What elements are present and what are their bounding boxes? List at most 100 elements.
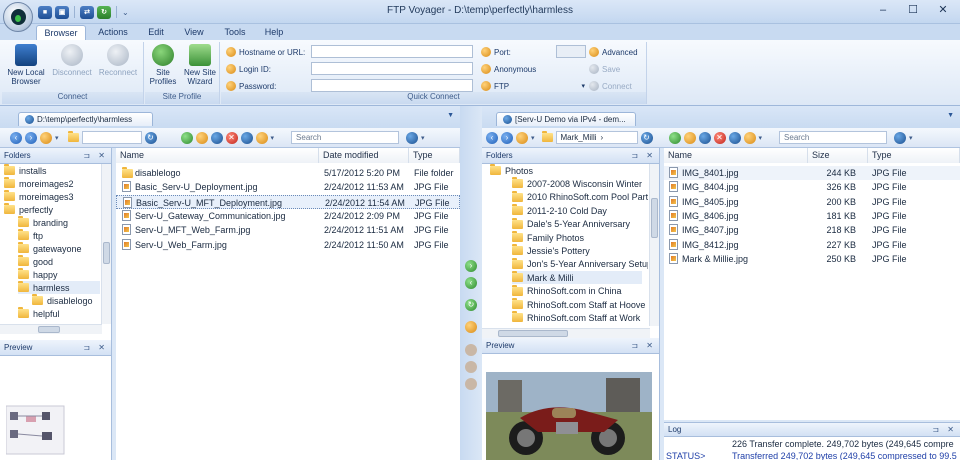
left-col-type[interactable]: Type [409, 148, 460, 163]
file-row[interactable]: Mark & Millie.jpg 250 KB JPG File [664, 252, 960, 266]
back-icon[interactable]: ‹ [486, 131, 498, 144]
reconnect-button[interactable]: Reconnect [96, 44, 140, 77]
new-site-wizard-button[interactable]: New Site Wizard [181, 44, 219, 86]
tree-folder-item[interactable]: perfectly [4, 203, 53, 216]
file-row[interactable]: disablelogo 5/17/2012 5:20 PM File folder [116, 166, 460, 180]
connect-button[interactable]: Connect [589, 79, 632, 93]
maximize-button[interactable]: ☐ [902, 3, 924, 19]
tree-folder-item[interactable]: RhinoSoft.com in China [512, 284, 622, 298]
preview-pin-icon[interactable]: ⊐ ✕ [631, 341, 656, 350]
left-location-tab[interactable]: D:\temp\perfectly\harmless [18, 112, 153, 126]
tree-folder-item[interactable]: Dale's 5-Year Anniversary [512, 217, 630, 231]
refresh-icon[interactable]: ↻ [144, 131, 157, 144]
tree-folder-item[interactable]: 2011-2-10 Cold Day [512, 204, 607, 217]
tree-folder-item[interactable]: moreimages2 [4, 177, 74, 190]
tools-dropdown-icon[interactable]: ▾ [271, 134, 275, 142]
search-icon[interactable] [406, 131, 419, 144]
history-icon[interactable] [40, 131, 52, 144]
tree-folder-item[interactable]: RhinoSoft.com Staff at Hoove [512, 298, 645, 311]
right-col-size[interactable]: Size [808, 148, 868, 163]
search-dropdown-icon[interactable]: ▾ [421, 134, 425, 142]
history-dropdown-icon[interactable]: ▾ [531, 134, 535, 142]
tools-icon[interactable] [743, 131, 756, 144]
file-row[interactable]: Serv-U_Web_Farm.jpg 2/24/2012 11:50 AM JPG… [116, 238, 460, 252]
file-row[interactable]: IMG_8412.jpg 227 KB JPG File [664, 238, 960, 252]
search-dropdown-icon[interactable]: ▾ [909, 134, 913, 142]
close-button[interactable]: ✕ [932, 3, 954, 19]
tab-tools[interactable]: Tools [216, 25, 254, 41]
tree-folder-item[interactable]: moreimages3 [4, 190, 74, 203]
tree-folder-item[interactable]: ftp [18, 229, 43, 242]
password-input[interactable] [311, 79, 473, 92]
history-icon[interactable] [516, 131, 528, 144]
app-menu-orb[interactable] [3, 2, 33, 32]
right-col-type[interactable]: Type [868, 148, 960, 163]
tree-folder-item[interactable]: RhinoSoft.com Staff at Work [512, 311, 640, 324]
new-local-browser-button[interactable]: New Local Browser [4, 44, 48, 86]
history-dropdown-icon[interactable]: ▾ [55, 134, 59, 142]
right-tab-dropdown-icon[interactable]: ▼ [947, 112, 954, 119]
transfer-option-icon-2[interactable] [465, 361, 477, 373]
transfer-option-icon-1[interactable] [465, 344, 477, 356]
properties-icon[interactable] [240, 131, 253, 144]
queue-icon[interactable] [465, 321, 477, 333]
file-row[interactable]: Serv-U_MFT_Web_Farm.jpg 2/24/2012 11:51 A… [116, 223, 460, 237]
tree-folder-item[interactable]: installs [4, 164, 47, 177]
port-input[interactable] [556, 45, 586, 58]
pin-icon[interactable]: ⊐ ✕ [631, 151, 656, 160]
transfer-option-icon-3[interactable] [465, 378, 477, 390]
search-icon[interactable] [894, 131, 907, 144]
left-tab-dropdown-icon[interactable]: ▼ [447, 112, 454, 119]
refresh-icon[interactable]: ↻ [640, 131, 653, 144]
file-row[interactable]: IMG_8404.jpg 326 KB JPG File [664, 180, 960, 194]
tab-edit[interactable]: Edit [138, 25, 174, 41]
tree-folder-item[interactable]: branding [18, 216, 68, 229]
right-col-name[interactable]: Name [664, 148, 808, 163]
left-folders-hscroll[interactable] [0, 324, 102, 334]
right-folders-vscroll[interactable] [649, 164, 659, 326]
tree-folder-item[interactable]: helpful [18, 307, 60, 320]
pin-icon[interactable]: ⊐ ✕ [83, 151, 108, 160]
right-folders-hscroll[interactable] [482, 328, 650, 338]
left-search-input[interactable]: Search [291, 131, 400, 144]
save-button[interactable]: Save [589, 62, 620, 76]
right-path-combo[interactable]: Mark_Milli › [555, 131, 638, 144]
tree-folder-item[interactable]: 2010 RhinoSoft.com Pool Part [512, 190, 648, 204]
file-row[interactable]: IMG_8406.jpg 181 KB JPG File [664, 209, 960, 223]
tab-browser[interactable]: Browser [36, 25, 86, 41]
tree-folder-item[interactable]: harmless [18, 281, 100, 294]
preview-pin-icon[interactable]: ⊐ ✕ [83, 343, 108, 352]
forward-icon[interactable]: › [501, 131, 513, 144]
new-folder-icon[interactable] [195, 131, 208, 144]
go-up-icon[interactable] [180, 131, 193, 144]
tree-folder-item[interactable]: gatewayone [18, 242, 82, 255]
delete-icon[interactable]: ✕ [225, 131, 238, 144]
anonymous-checkbox[interactable]: Anonymous [481, 62, 536, 76]
tree-folder-item[interactable]: Photos [490, 164, 533, 177]
file-row[interactable]: Serv-U_Gateway_Communication.jpg 2/24/201… [116, 209, 460, 223]
protocol-select[interactable]: FTP ▾ [481, 79, 585, 93]
advanced-button[interactable]: Advanced [589, 45, 638, 59]
tab-help[interactable]: Help [256, 25, 292, 41]
sync-icon[interactable]: ↻ [465, 299, 477, 311]
delete-icon[interactable]: ✕ [713, 131, 726, 144]
tree-folder-item[interactable]: disablelogo [32, 294, 93, 307]
tree-folder-item[interactable]: Family Photos [512, 231, 584, 244]
left-path-combo[interactable] [81, 131, 142, 144]
tree-folder-item[interactable]: Jon's 5-Year Anniversary Setup [512, 257, 648, 271]
disconnect-button[interactable]: Disconnect [50, 44, 94, 77]
properties-icon[interactable] [728, 131, 741, 144]
file-row[interactable]: Basic_Serv-U_Deployment.jpg 2/24/2012 11:… [116, 180, 460, 194]
tree-folder-item[interactable]: Mark & Milli [512, 271, 642, 285]
back-icon[interactable]: ‹ [10, 131, 22, 144]
file-row[interactable]: IMG_8405.jpg 200 KB JPG File [664, 195, 960, 209]
right-search-input[interactable]: Search [779, 131, 888, 144]
forward-icon[interactable]: › [25, 131, 37, 144]
upload-arrow-icon[interactable]: › [465, 260, 477, 272]
tree-folder-item[interactable]: good [18, 255, 53, 268]
file-row[interactable]: IMG_8407.jpg 218 KB JPG File [664, 223, 960, 237]
file-row[interactable]: Basic_Serv-U_MFT_Deployment.jpg 2/24/2012… [116, 194, 460, 209]
tree-folder-item[interactable]: Jessie's Pottery [512, 244, 590, 257]
view-icon[interactable] [210, 131, 223, 144]
left-col-date[interactable]: Date modified [319, 148, 409, 163]
